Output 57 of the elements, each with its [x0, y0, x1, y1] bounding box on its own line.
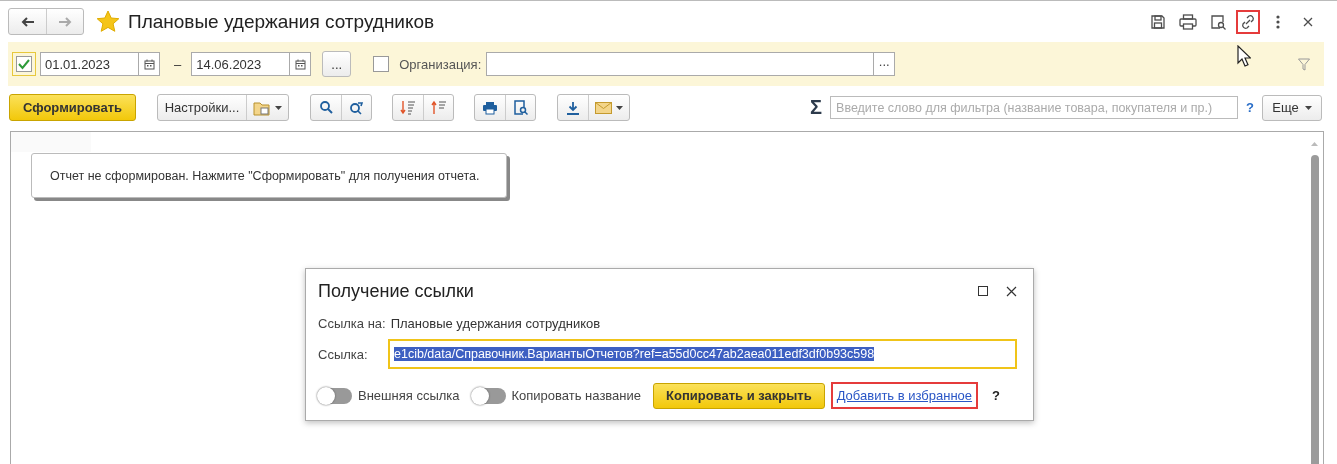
star-icon[interactable]: [96, 10, 120, 33]
switch-label: Копировать название: [511, 388, 641, 403]
close-icon[interactable]: [1303, 16, 1313, 27]
preview-icon[interactable]: [1210, 13, 1226, 30]
generate-button[interactable]: Сформировать: [9, 94, 136, 121]
checkmark-icon: [18, 58, 30, 70]
maximize-icon: [978, 286, 988, 296]
download-icon: [566, 100, 580, 115]
link-field[interactable]: e1cib/data/Справочник.ВариантыОтчетов?ref=a55d0cc47ab2aea011edf3df0b93c598: [388, 339, 1017, 369]
mouse-cursor-icon: [1237, 45, 1251, 67]
organization-checkbox[interactable]: [373, 56, 390, 72]
period-button[interactable]: ...: [322, 51, 352, 77]
caret-icon: [1304, 105, 1312, 110]
sort-up-icon: [430, 100, 447, 115]
calendar-icon[interactable]: [294, 58, 306, 70]
envelope-icon: [595, 101, 612, 114]
dialog-title: Получение ссылки: [318, 280, 475, 302]
caret-icon: [275, 105, 282, 110]
organization-field[interactable]: ...: [486, 52, 896, 76]
period-checkbox[interactable]: [16, 56, 32, 72]
caret-icon: [616, 105, 623, 110]
date-separator: –: [174, 56, 182, 72]
toggle-switch[interactable]: [318, 387, 352, 404]
target-name: Плановые удержания сотрудников: [390, 315, 601, 331]
more-icon[interactable]: [1276, 14, 1280, 29]
help-button[interactable]: ?: [992, 388, 1000, 403]
help-button[interactable]: ?: [1246, 100, 1254, 115]
more-button[interactable]: Еще: [1262, 94, 1322, 121]
target-label: Ссылка на:: [318, 315, 386, 331]
folder-icon: [253, 99, 271, 116]
save-icon[interactable]: [1150, 13, 1166, 30]
arrow-right-icon: [58, 16, 72, 27]
arrow-left-icon: [20, 16, 35, 27]
organization-label: Организация:: [399, 56, 482, 72]
maximize-button[interactable]: [978, 286, 988, 296]
sum-button[interactable]: Σ: [810, 96, 823, 119]
scrollbar-thumb[interactable]: [1311, 155, 1319, 464]
switch-label: Внешняя ссылка: [358, 388, 460, 403]
printer-icon[interactable]: [1179, 13, 1197, 30]
search-arrow-icon: [349, 100, 364, 115]
close-icon: [1006, 285, 1017, 297]
link-icon[interactable]: [1240, 13, 1256, 30]
preview-icon: [513, 100, 528, 115]
filter-search-field[interactable]: Введите слово для фильтра (название товара, покупателя и пр.): [830, 96, 1239, 119]
add-to-favorites-link[interactable]: Добавить в избранное: [830, 382, 979, 409]
link-label: Ссылка:: [318, 346, 369, 362]
calendar-icon[interactable]: [143, 58, 155, 70]
printer-icon: [482, 100, 498, 115]
sort-down-icon: [400, 100, 416, 115]
search-icon: [319, 101, 333, 114]
copy-and-close-button[interactable]: Копировать и закрыть: [653, 382, 825, 409]
window-title: Плановые удержания сотрудников: [128, 10, 436, 33]
date-from-field[interactable]: 01.01.2023: [40, 52, 160, 76]
close-button[interactable]: [1006, 285, 1017, 297]
date-to-field[interactable]: 14.06.2023: [191, 52, 312, 76]
report-message: Отчет не сформирован. Нажмите "Сформировать" для получения отчета.: [31, 153, 507, 198]
toggle-switch[interactable]: [471, 387, 506, 404]
